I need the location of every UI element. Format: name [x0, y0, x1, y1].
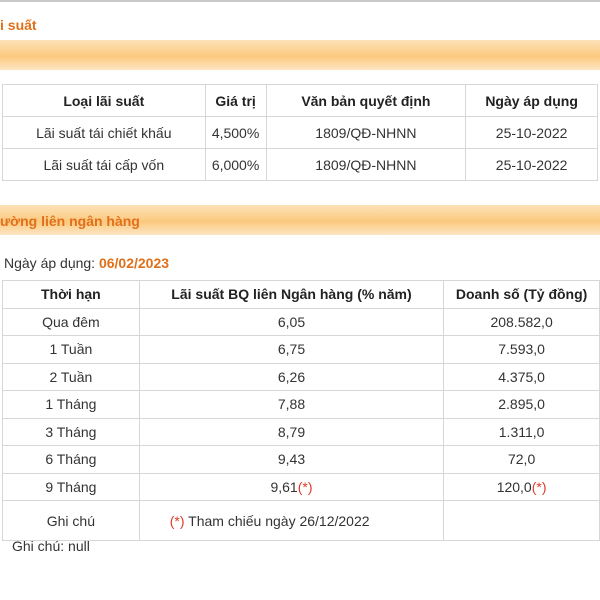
rate-cell: 6,75	[138, 335, 445, 364]
top-border	[0, 0, 600, 2]
rate-type-cell: Lãi suất tái cấp vốn	[2, 148, 206, 181]
column-header: Giá trị	[204, 84, 267, 117]
rate-value: 6,75	[277, 341, 306, 358]
column-header: Văn bản quyết định	[265, 84, 467, 117]
volume-value: 1.311,0	[498, 423, 545, 440]
table-header-row: Thời hạn Lãi suất BQ liên Ngân hàng (% n…	[2, 280, 600, 309]
term-cell: 6 Tháng	[2, 445, 140, 474]
table-row: 3 Tháng 8,79 1.311,0	[2, 417, 600, 446]
applied-date-line: Ngày áp dụng: 06/02/2023	[4, 255, 169, 271]
section1-header-bar	[0, 40, 600, 70]
rate-value: 9,61	[270, 478, 298, 495]
column-header: Ngày áp dụng	[465, 84, 598, 117]
rate-cell: 7,88	[138, 390, 445, 419]
volume-cell: 7.593,0	[443, 335, 600, 364]
note-text: Tham chiếu ngày 26/12/2022	[188, 512, 370, 529]
volume-value: 208.582,0	[490, 313, 553, 330]
section2-title: ường liên ngân hàng	[0, 213, 140, 229]
term-cell: 1 Tháng	[2, 390, 140, 419]
note-empty-cell	[443, 500, 600, 541]
applied-date-value: 06/02/2023	[98, 255, 170, 271]
column-header: Thời hạn	[2, 280, 140, 309]
table-row: 2 Tuần 6,26 4.375,0	[2, 362, 600, 391]
column-header: Doanh số (Tỷ đồng)	[443, 280, 600, 309]
term-cell: 3 Tháng	[2, 417, 140, 446]
term-cell: 9 Tháng	[2, 472, 140, 501]
note-mark: (*)	[169, 512, 185, 529]
note-text-cell: (*) Tham chiếu ngày 26/12/2022	[138, 500, 445, 541]
table-row: Qua đêm 6,05 208.582,0	[2, 307, 600, 336]
volume-value: 120,0	[496, 478, 532, 495]
table-row: 1 Tháng 7,88 2.895,0	[2, 390, 600, 419]
rate-value: 7,88	[277, 396, 306, 413]
decision-cell: 1809/QĐ-NHNN	[265, 148, 467, 181]
table-header-row: Loại lãi suất Giá trị Văn bản quyết định…	[2, 84, 598, 117]
table-row: 9 Tháng 9,61(*) 120,0(*)	[2, 472, 600, 501]
term-cell: 2 Tuần	[2, 362, 140, 391]
column-header: Loại lãi suất	[2, 84, 206, 117]
rate-value: 6,05	[277, 313, 306, 330]
decision-cell: 1809/QĐ-NHNN	[265, 116, 467, 149]
rate-cell: 9,43	[138, 445, 445, 474]
section1-title: i suất	[0, 17, 37, 33]
footnote: Ghi chú: null	[12, 538, 90, 554]
table-row: 1 Tuần 6,75 7.593,0	[2, 335, 600, 364]
applied-date-label: Ngày áp dụng:	[4, 255, 96, 271]
volume-value: 2.895,0	[498, 396, 545, 413]
rate-value: 6,26	[277, 368, 306, 385]
rate-cell: 8,79	[138, 417, 445, 446]
rate-value-cell: 4,500%	[204, 116, 267, 149]
term-cell: Qua đêm	[2, 307, 140, 336]
interbank-rate-table: Thời hạn Lãi suất BQ liên Ngân hàng (% n…	[2, 280, 600, 541]
table-row: 6 Tháng 9,43 72,0	[2, 445, 600, 474]
volume-value: 72,0	[507, 451, 536, 468]
volume-cell: 208.582,0	[443, 307, 600, 336]
rate-cell: 6,05	[138, 307, 445, 336]
date-cell: 25-10-2022	[465, 148, 598, 181]
volume-cell: 2.895,0	[443, 390, 600, 419]
rate-mark: (*)	[297, 478, 313, 495]
volume-mark: (*)	[531, 478, 547, 495]
volume-cell: 4.375,0	[443, 362, 600, 391]
rate-cell: 9,61(*)	[138, 472, 445, 501]
rate-type-cell: Lãi suất tái chiết khấu	[2, 116, 206, 149]
volume-value: 4.375,0	[498, 368, 545, 385]
volume-cell: 72,0	[443, 445, 600, 474]
note-label-cell: Ghi chú	[2, 500, 140, 541]
rate-value: 8,79	[277, 423, 306, 440]
note-row: Ghi chú (*) Tham chiếu ngày 26/12/2022	[2, 500, 600, 541]
column-header: Lãi suất BQ liên Ngân hàng (% năm)	[138, 280, 445, 309]
table-row: Lãi suất tái cấp vốn 6,000% 1809/QĐ-NHNN…	[2, 148, 598, 181]
discount-rate-table: Loại lãi suất Giá trị Văn bản quyết định…	[2, 84, 598, 181]
term-cell: 1 Tuần	[2, 335, 140, 364]
volume-value: 7.593,0	[498, 341, 545, 358]
volume-cell: 1.311,0	[443, 417, 600, 446]
rate-value: 9,43	[277, 451, 306, 468]
date-cell: 25-10-2022	[465, 116, 598, 149]
table-row: Lãi suất tái chiết khấu 4,500% 1809/QĐ-N…	[2, 116, 598, 149]
rate-cell: 6,26	[138, 362, 445, 391]
rate-value-cell: 6,000%	[204, 148, 267, 181]
volume-cell: 120,0(*)	[443, 472, 600, 501]
